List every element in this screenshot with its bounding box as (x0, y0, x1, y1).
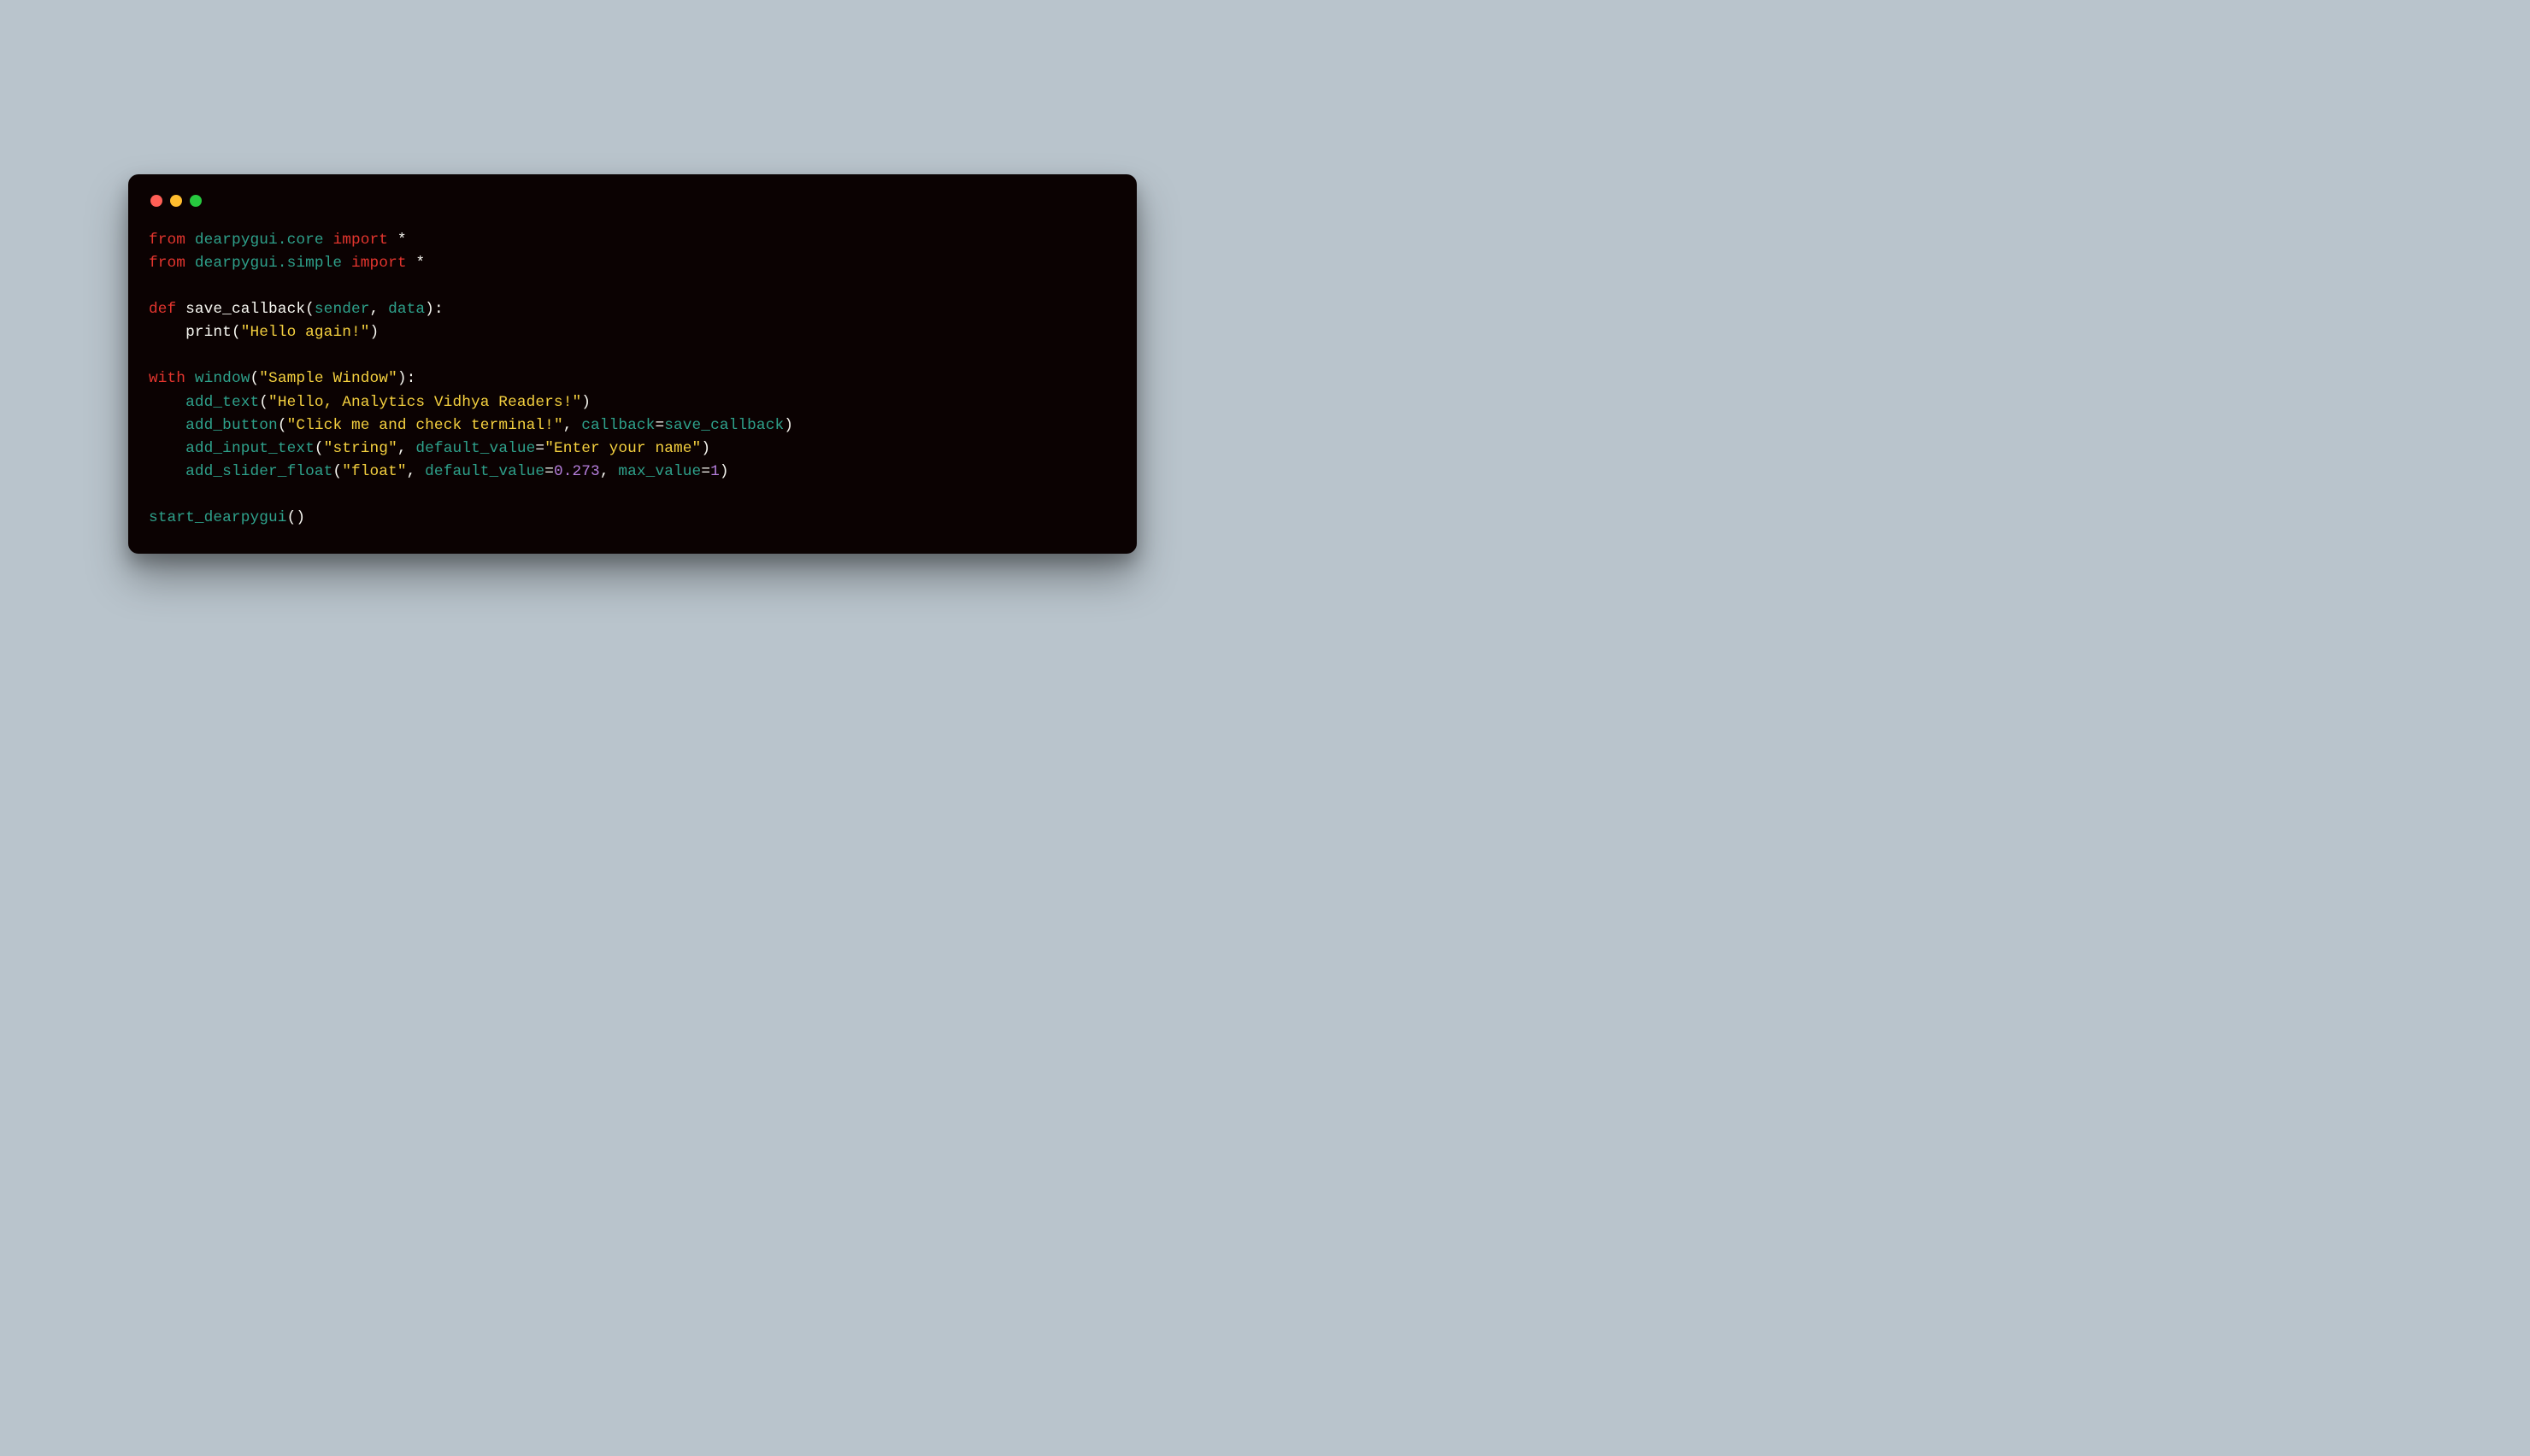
code-line: def save_callback(sender, data): (149, 301, 444, 318)
string-literal: "Sample Window" (259, 370, 397, 387)
code-line: add_slider_float("float", default_value=… (149, 463, 729, 480)
comma: , (407, 463, 426, 480)
equals: = (701, 463, 710, 480)
function-call: window (195, 370, 250, 387)
paren-open: ( (287, 509, 297, 526)
paren-open: ( (250, 370, 260, 387)
keyword-import: import (351, 255, 407, 272)
wildcard: * (397, 232, 407, 249)
code-line: add_input_text("string", default_value="… (149, 440, 710, 457)
string-literal: "float" (342, 463, 406, 480)
paren-close: ) (370, 324, 380, 341)
paren-close: ) (720, 463, 729, 480)
close-icon[interactable] (150, 195, 162, 207)
keyword-from: from (149, 255, 185, 272)
paren-open: ( (305, 301, 315, 318)
function-call: add_button (185, 417, 278, 434)
colon: : (407, 370, 416, 387)
string-literal: "Enter your name" (544, 440, 701, 457)
minimize-icon[interactable] (170, 195, 182, 207)
code-line: add_text("Hello, Analytics Vidhya Reader… (149, 394, 591, 411)
comma: , (397, 440, 416, 457)
paren-open: ( (315, 440, 324, 457)
module-name: dearpygui.simple (195, 255, 342, 272)
function-call: start_dearpygui (149, 509, 287, 526)
keyword-from: from (149, 232, 185, 249)
string-literal: "Hello again!" (241, 324, 370, 341)
code-block: from dearpygui.core import * from dearpy… (149, 229, 1116, 530)
keyword-argument: default_value (415, 440, 535, 457)
indent (149, 440, 185, 457)
comma: , (370, 301, 389, 318)
string-literal: "Hello, Analytics Vidhya Readers!" (268, 394, 581, 411)
code-line: from dearpygui.simple import * (149, 255, 425, 272)
paren-close: ) (296, 509, 305, 526)
paren-open: ( (259, 394, 268, 411)
paren-close: ) (784, 417, 793, 434)
paren-close: ) (425, 301, 434, 318)
code-line: from dearpygui.core import * (149, 232, 407, 249)
number-literal: 1 (710, 463, 720, 480)
paren-close: ) (581, 394, 591, 411)
function-call: add_input_text (185, 440, 315, 457)
wildcard: * (415, 255, 425, 272)
function-call: print (185, 324, 232, 341)
colon: : (434, 301, 444, 318)
comma: , (600, 463, 619, 480)
indent (149, 417, 185, 434)
code-line: print("Hello again!") (149, 324, 379, 341)
keyword-argument: callback (581, 417, 655, 434)
string-literal: "Click me and check terminal!" (287, 417, 563, 434)
keyword-argument: default_value (425, 463, 544, 480)
paren-close: ) (701, 440, 710, 457)
keyword-with: with (149, 370, 185, 387)
string-literal: "string" (324, 440, 397, 457)
code-line: add_button("Click me and check terminal!… (149, 417, 793, 434)
window-titlebar (149, 193, 1116, 207)
indent (149, 324, 185, 341)
indent (149, 463, 185, 480)
number-literal: 0.273 (554, 463, 600, 480)
comma: , (563, 417, 582, 434)
function-name: save_callback (185, 301, 305, 318)
equals: = (544, 463, 554, 480)
paren-open: ( (332, 463, 342, 480)
function-call: add_slider_float (185, 463, 332, 480)
keyword-def: def (149, 301, 176, 318)
module-name: dearpygui.core (195, 232, 324, 249)
equals: = (655, 417, 664, 434)
code-line: with window("Sample Window"): (149, 370, 415, 387)
paren-open: ( (232, 324, 241, 341)
parameter: sender (315, 301, 370, 318)
indent (149, 394, 185, 411)
paren-close: ) (397, 370, 407, 387)
maximize-icon[interactable] (190, 195, 202, 207)
function-call: add_text (185, 394, 259, 411)
terminal-window: from dearpygui.core import * from dearpy… (128, 174, 1137, 554)
parameter: data (388, 301, 425, 318)
code-line: start_dearpygui() (149, 509, 305, 526)
keyword-import: import (332, 232, 388, 249)
identifier: save_callback (664, 417, 784, 434)
equals: = (535, 440, 544, 457)
keyword-argument: max_value (618, 463, 701, 480)
paren-open: ( (278, 417, 287, 434)
